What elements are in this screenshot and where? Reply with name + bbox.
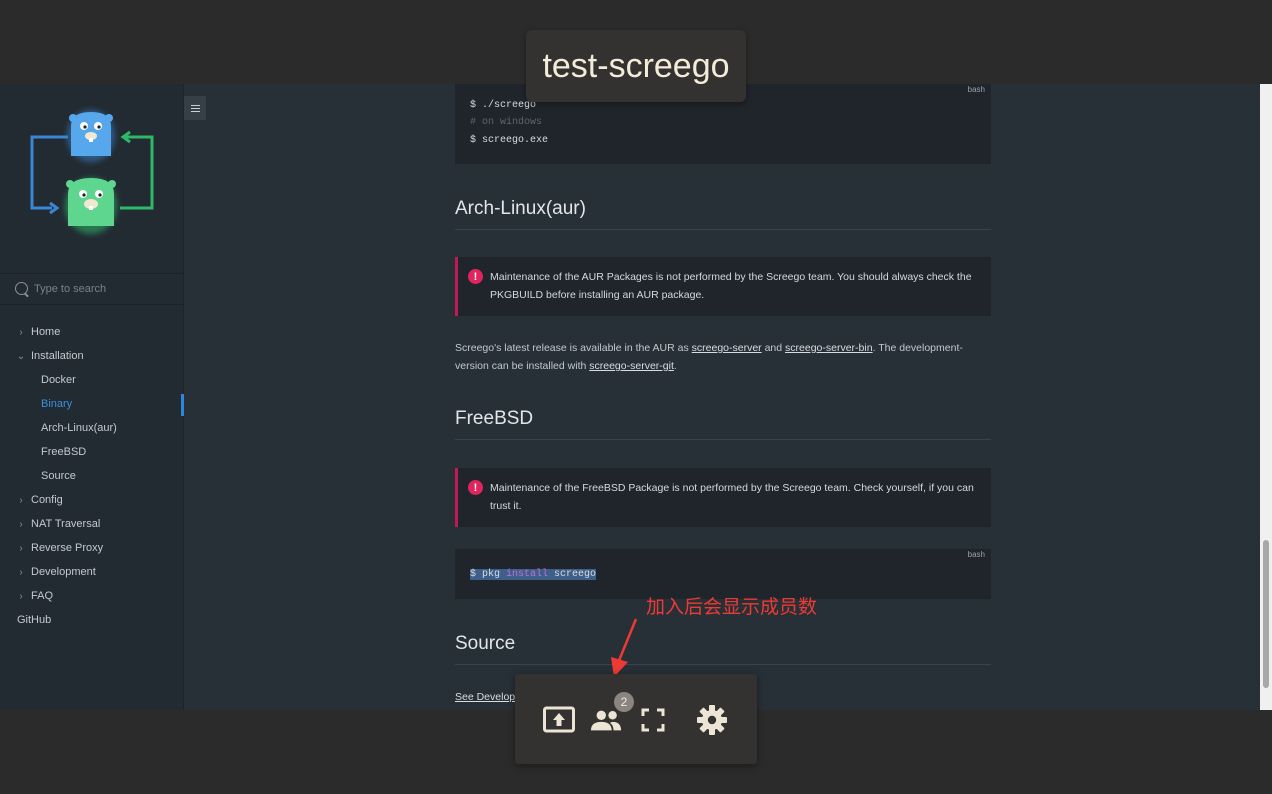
chevron-right-icon: › [19,566,23,578]
code-comment: # on windows [470,117,543,128]
sidebar-item-source[interactable]: Source [0,464,183,488]
sidebar-item-label: Development [31,566,96,578]
exclamation-icon: ! [468,269,483,284]
room-title: test-screego [526,30,746,102]
search-icon [15,281,28,295]
settings-button[interactable] [696,704,728,736]
link-screego-server[interactable]: screego-server [692,342,762,354]
warning-alert-aur: ! Maintenance of the AUR Packages is not… [455,257,991,316]
code-text: $ pkg [470,569,507,580]
fullscreen-button[interactable] [637,704,669,736]
sidebar-item-label: Home [31,326,61,338]
sidebar-item-label: FreeBSD [41,446,87,458]
scrollbar-thumb[interactable] [1263,540,1269,688]
hamburger-menu-button[interactable] [184,96,206,120]
gear-icon [697,705,727,735]
sidebar-item-arch-linux[interactable]: Arch-Linux(aur) [0,416,183,440]
sidebar-item-label: NAT Traversal [31,518,101,530]
page-scrollbar[interactable] [1260,84,1272,710]
docs-sidebar: › Home ⌄ Installation Docker Binary Arch-L… [0,84,184,710]
chevron-right-icon: › [19,518,23,530]
chevron-right-icon: › [19,326,23,338]
code-lang-label: bash [967,85,985,94]
sidebar-item-faq[interactable]: › FAQ [0,584,183,608]
sidebar-item-label: Docker [41,374,76,386]
chevron-right-icon: › [19,542,23,554]
link-screego-server-bin[interactable]: screego-server-bin [785,342,873,354]
link-screego-server-git[interactable]: screego-server-git [589,360,674,372]
sidebar-item-github[interactable]: GitHub [0,608,183,632]
text: Screego's latest release is available in… [455,342,692,354]
code-line-selected: $ pkg install screego [470,569,597,580]
exclamation-icon: ! [468,480,483,495]
code-line: $ ./screego [470,100,537,111]
sidebar-item-label: Binary [41,398,73,410]
sidebar-item-label: GitHub [17,614,52,626]
sidebar-item-freebsd[interactable]: FreeBSD [0,440,183,464]
sidebar-item-label: FAQ [31,590,54,602]
alert-text: Maintenance of the AUR Packages is not p… [490,271,972,301]
sidebar-item-config[interactable]: › Config [0,488,183,512]
link-see-development[interactable]: See Develop [455,691,515,703]
gopher-logo [30,110,154,234]
sidebar-item-label: Arch-Linux(aur) [41,422,117,434]
sidebar-nav: › Home ⌄ Installation Docker Binary Arch-L… [0,320,184,632]
code-lang-label: bash [967,550,985,559]
annotation-arrow-icon [611,618,638,677]
heading-freebsd: FreeBSD [455,408,991,440]
heading-source: Source [455,633,991,665]
sidebar-item-home[interactable]: › Home [0,320,183,344]
chevron-right-icon: › [19,494,23,506]
present-to-all-icon [543,706,575,733]
alert-text: Maintenance of the FreeBSD Package is no… [490,482,974,512]
sidebar-item-label: Reverse Proxy [31,542,104,554]
sidebar-item-nat-traversal[interactable]: › NAT Traversal [0,512,183,536]
sidebar-item-label: Config [31,494,63,506]
annotation-text: 加入后会显示成员数 [646,596,818,618]
heading-arch-linux: Arch-Linux(aur) [455,198,991,230]
sidebar-item-installation[interactable]: ⌄ Installation [0,344,183,368]
people-icon [590,710,622,731]
code-line: $ screego.exe [470,135,549,146]
sidebar-item-label: Installation [31,350,84,362]
sidebar-item-label: Source [41,470,76,482]
sidebar-item-binary[interactable]: Binary [0,392,184,416]
share-screen-button[interactable] [543,704,575,736]
fullscreen-icon [641,708,665,732]
search-input[interactable] [34,283,174,295]
search-bar[interactable] [0,273,183,305]
sidebar-item-reverse-proxy[interactable]: › Reverse Proxy [0,536,183,560]
chevron-right-icon: › [19,590,23,602]
chevron-down-icon: ⌄ [16,350,26,362]
sidebar-item-docker[interactable]: Docker [0,368,183,392]
text: . [673,360,677,372]
text: and [761,342,786,354]
warning-alert-freebsd: ! Maintenance of the FreeBSD Package is … [455,468,991,527]
room-toolbar: 2 [515,674,757,764]
members-count-badge: 2 [614,692,634,712]
code-keyword: install [506,569,549,580]
sidebar-item-development[interactable]: › Development [0,560,183,584]
code-text: screego [548,569,597,580]
paragraph-aur: Screego's latest release is available in… [455,339,991,375]
